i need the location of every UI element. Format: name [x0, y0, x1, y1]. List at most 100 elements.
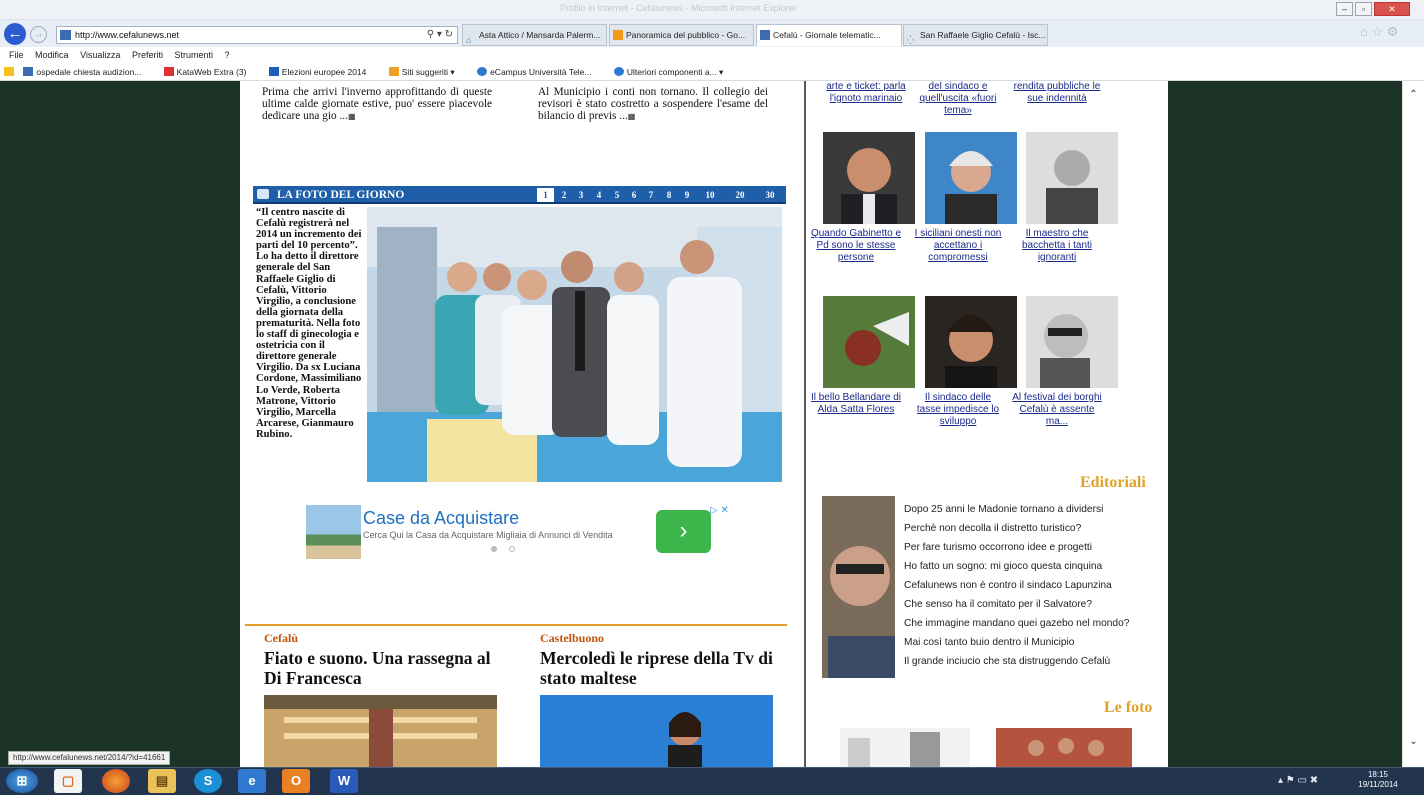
- scroll-down-icon[interactable]: ⌄: [1403, 736, 1424, 747]
- article-headline[interactable]: Mercoledì le riprese della Tv di stato m…: [540, 648, 780, 688]
- fav-link[interactable]: Elezioni europee 2014: [265, 67, 375, 77]
- ad-subtitle[interactable]: Cerca Qui la Casa da Acquistare Migliaia…: [363, 530, 613, 540]
- vertical-scrollbar[interactable]: ⌃ ⌄: [1402, 81, 1424, 767]
- firefox-icon[interactable]: [102, 769, 130, 793]
- ie-icon[interactable]: e: [238, 769, 266, 793]
- tab-san-raffaele[interactable]: ⁛ San Raffaele Giglio Cefalù - Isc...: [903, 24, 1048, 46]
- page-4[interactable]: 4: [592, 188, 606, 202]
- page-6[interactable]: 6: [627, 188, 641, 202]
- menu-preferiti[interactable]: Preferiti: [132, 50, 163, 60]
- page-2[interactable]: 2: [557, 188, 571, 202]
- page-3[interactable]: 3: [574, 188, 588, 202]
- editoriale-link[interactable]: Per fare turismo occorrono idee e proget…: [904, 542, 1092, 553]
- tab-asta-attico[interactable]: ⌂ Asta Attico / Mansarda Palerm...: [462, 24, 607, 46]
- page-10[interactable]: 10: [700, 188, 720, 202]
- ad-image[interactable]: [306, 505, 361, 559]
- ad-choices-icon[interactable]: ▷ ✕: [710, 505, 729, 516]
- tray-clock[interactable]: 18:15 19/11/2014: [1356, 770, 1400, 790]
- fav-link[interactable]: Siti suggeriti ▾: [385, 67, 463, 77]
- editor-photo: [822, 496, 895, 678]
- staff-photo-image: [367, 207, 782, 482]
- editoriale-link[interactable]: Perchè non decolla il distretto turistic…: [904, 523, 1081, 534]
- article-category[interactable]: Castelbuono: [540, 631, 604, 646]
- more-icon[interactable]: ▦: [348, 112, 356, 121]
- photo-thumb-image: [996, 728, 1132, 767]
- thumb-image[interactable]: [1026, 132, 1118, 224]
- le-foto-thumb[interactable]: [996, 728, 1132, 767]
- thumb-caption[interactable]: Al festival dei borghi Cefalù è assente …: [1012, 392, 1102, 428]
- article-image[interactable]: [540, 695, 773, 767]
- fav-link[interactable]: ospedale chiesta audizion...: [19, 67, 149, 77]
- outlook-icon[interactable]: O: [282, 769, 310, 793]
- tray-icons[interactable]: ▴ ⚑ ▭ ✖: [1278, 775, 1318, 786]
- more-icon[interactable]: ▦: [628, 112, 636, 121]
- intro-snippet-right[interactable]: Al Municipio i conti non tornano. Il col…: [538, 86, 768, 123]
- article-headline[interactable]: Fiato e suono. Una rassegna al Di France…: [264, 648, 504, 688]
- photo-of-the-day[interactable]: [367, 207, 782, 482]
- editoriale-link[interactable]: Mai così tanto buio dentro il Municipio: [904, 637, 1074, 648]
- page-9[interactable]: 9: [680, 188, 694, 202]
- page-30[interactable]: 30: [760, 188, 780, 202]
- le-foto-thumb[interactable]: [840, 728, 970, 767]
- thumb-image[interactable]: [925, 132, 1017, 224]
- folder-icon[interactable]: ▤: [148, 769, 176, 793]
- menu-help[interactable]: ?: [225, 50, 230, 60]
- page-1[interactable]: 1: [537, 188, 554, 202]
- editoriale-link[interactable]: Che senso ha il comitato per il Salvator…: [904, 599, 1092, 610]
- close-button[interactable]: ✕: [1374, 2, 1410, 16]
- skype-icon[interactable]: S: [194, 769, 222, 793]
- menu-file[interactable]: File: [9, 50, 24, 60]
- page-8[interactable]: 8: [662, 188, 676, 202]
- back-button[interactable]: ←: [4, 23, 26, 45]
- fav-label: Ulteriori componenti a... ▾: [626, 67, 724, 77]
- ad-arrow-button[interactable]: ›: [656, 510, 711, 553]
- taskbar-app-icon[interactable]: ▢: [54, 769, 82, 793]
- article-category[interactable]: Cefalù: [264, 631, 298, 646]
- menu-bar: File Modifica Visualizza Preferiti Strum…: [0, 47, 1424, 63]
- page-5[interactable]: 5: [610, 188, 624, 202]
- thumb-caption[interactable]: Quando Gabinetto e Pd sono le stesse per…: [810, 228, 902, 264]
- scroll-up-icon[interactable]: ⌃: [1403, 89, 1424, 100]
- editoriale-link[interactable]: Ho fatto un sogno: mi gioco questa cinqu…: [904, 561, 1102, 572]
- maximize-button[interactable]: ▫: [1355, 2, 1372, 16]
- fav-link[interactable]: eCampus Università Tele...: [473, 67, 599, 77]
- intro-snippet-left[interactable]: Prima che arrivi l'inverno approfittando…: [262, 86, 492, 123]
- page-20[interactable]: 20: [730, 188, 750, 202]
- search-refresh-icon[interactable]: ⚲ ▾ ↻: [427, 27, 453, 43]
- carousel-dot[interactable]: [509, 546, 515, 552]
- link-ignoto-marinaio[interactable]: arte e ticket: parla l'ignoto marinaio: [820, 81, 912, 105]
- link-uscita-fuori-tema[interactable]: del sindaco e quell'uscita «fuori tema»: [912, 81, 1004, 117]
- thumb-image[interactable]: [925, 296, 1017, 388]
- fav-link[interactable]: Ulteriori componenti a... ▾: [610, 67, 731, 77]
- thumb-image[interactable]: [823, 296, 915, 388]
- tab-panoramica[interactable]: Panoramica del pubblico - Go...: [609, 24, 754, 46]
- thumb-caption[interactable]: Il maestro che bacchetta i tanti ignoran…: [1012, 228, 1102, 264]
- word-icon[interactable]: W: [330, 769, 358, 793]
- thumb-image[interactable]: [1026, 296, 1118, 388]
- minimize-button[interactable]: –: [1336, 2, 1353, 16]
- editoriale-link[interactable]: Che immagine mandano quei gazebo nel mon…: [904, 618, 1129, 629]
- fav-link[interactable]: KataWeb Extra (3): [160, 67, 255, 77]
- theater-image: [264, 695, 497, 767]
- forward-button[interactable]: →: [30, 26, 47, 43]
- start-button[interactable]: ⊞: [6, 769, 38, 793]
- editoriale-link[interactable]: Cefalunews non è contro il sindaco Lapun…: [904, 580, 1112, 591]
- editoriale-link[interactable]: Dopo 25 anni le Madonie tornano a divide…: [904, 504, 1103, 515]
- editoriale-link[interactable]: Il grande inciucio che sta distruggendo …: [904, 656, 1110, 667]
- thumb-caption[interactable]: I siciliani onesti non accettano i compr…: [912, 228, 1004, 264]
- site-favicon-icon: [23, 67, 34, 76]
- ad-title[interactable]: Case da Acquistare: [363, 508, 519, 529]
- menu-modifica[interactable]: Modifica: [35, 50, 69, 60]
- link-indennita[interactable]: rendita pubbliche le sue indennità: [1012, 81, 1102, 105]
- thumb-caption[interactable]: Il sindaco delle tasse impedisce lo svil…: [912, 392, 1004, 428]
- article-image[interactable]: [264, 695, 497, 767]
- carousel-dot[interactable]: [491, 546, 497, 552]
- thumb-caption[interactable]: Il bello Bellandare di Alda Satta Flores: [810, 392, 902, 416]
- thumb-image[interactable]: [823, 132, 915, 224]
- tab-cefalu[interactable]: Cefalù - Giornale telematic...: [756, 24, 902, 46]
- menu-visualizza[interactable]: Visualizza: [80, 50, 120, 60]
- menu-strumenti[interactable]: Strumenti: [174, 50, 213, 60]
- toolbar-icons[interactable]: ⌂ ☆ ⚙: [1360, 24, 1398, 40]
- page-7[interactable]: 7: [644, 188, 658, 202]
- address-bar[interactable]: http://www.cefalunews.net ⚲ ▾ ↻: [56, 26, 458, 44]
